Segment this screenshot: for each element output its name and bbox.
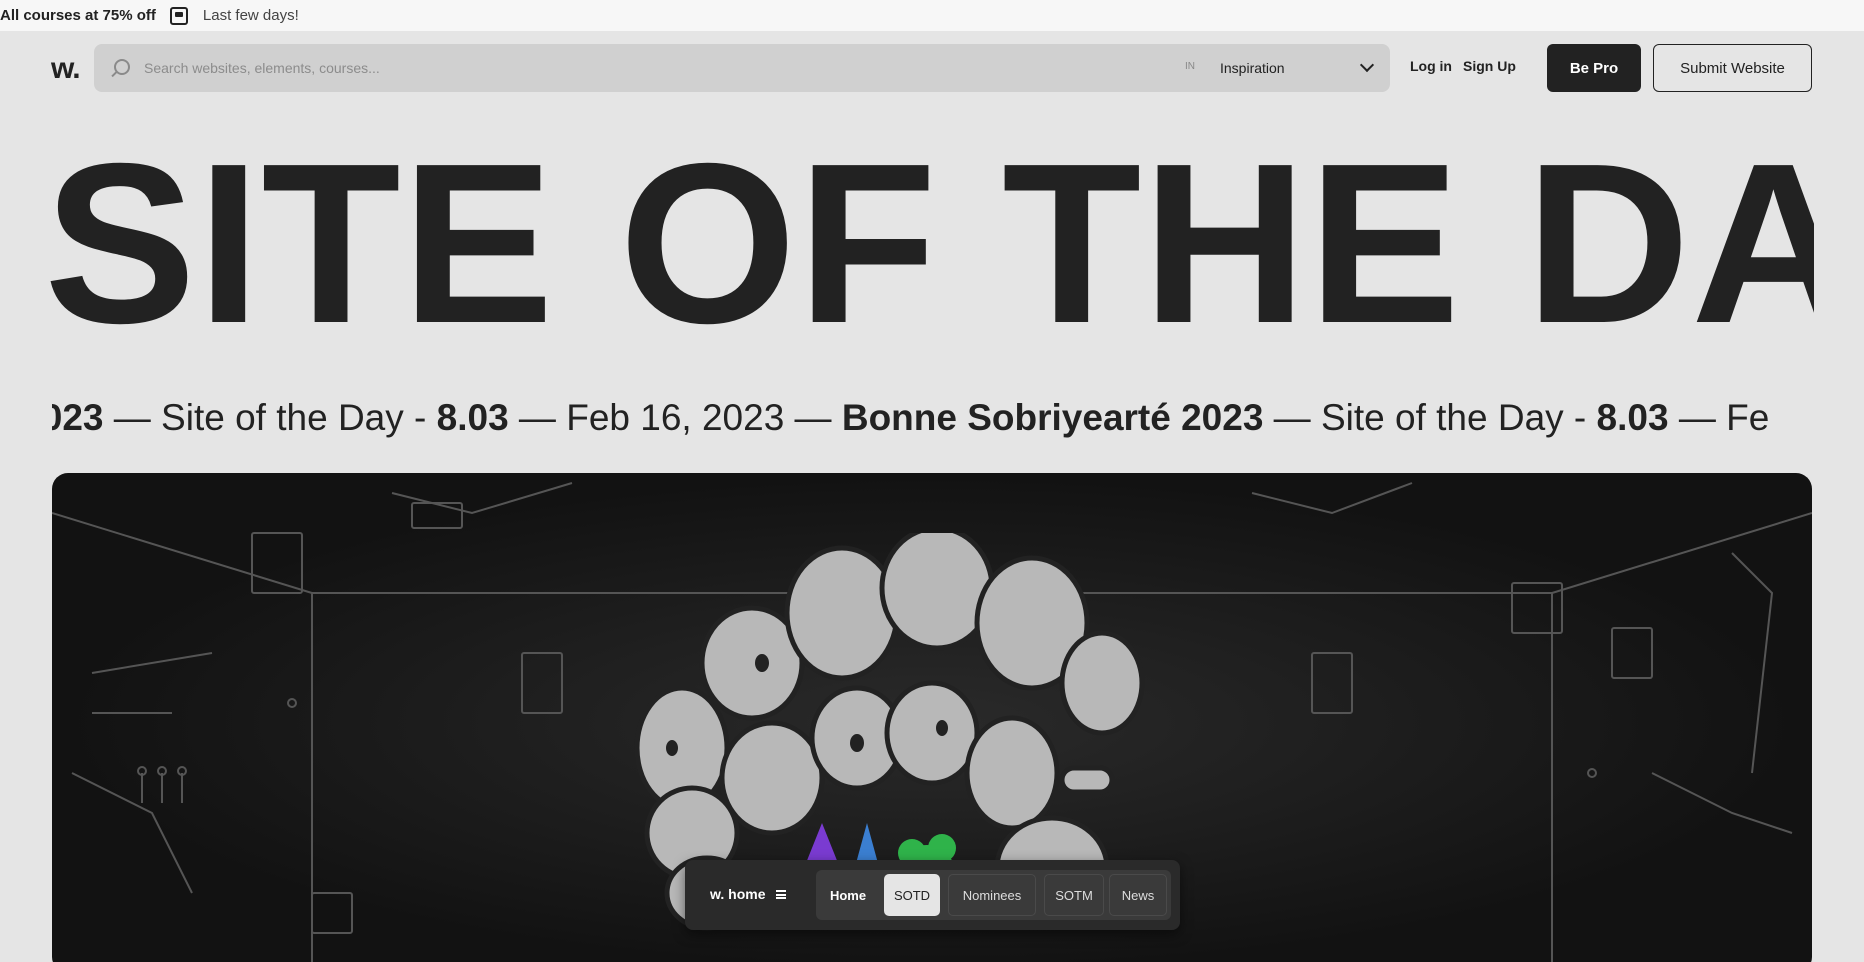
search-bar[interactable]: IN Inspiration — [94, 44, 1390, 92]
signup-link[interactable]: Sign Up — [1463, 58, 1516, 74]
chevron-down-icon — [1359, 57, 1375, 73]
tab-nominees[interactable]: Nominees — [948, 874, 1036, 916]
header: w. IN Inspiration Log in Sign Up Be Pro … — [0, 44, 1864, 92]
award-ticker: té 2023 — Site of the Day - 8.03 — Feb 1… — [52, 396, 1812, 446]
login-link[interactable]: Log in — [1410, 58, 1452, 74]
page-title: SITE OF THE DAY — [44, 130, 1814, 358]
be-pro-button[interactable]: Be Pro — [1547, 44, 1641, 92]
nav-tabs: Home SOTD Nominees SOTM News — [816, 870, 1171, 920]
promo-headline: All courses at 75% off — [0, 7, 156, 24]
search-input[interactable] — [144, 44, 1224, 92]
category-select[interactable]: Inspiration — [1220, 44, 1380, 92]
tab-sotd[interactable]: SOTD — [884, 874, 940, 916]
tab-news[interactable]: News — [1109, 874, 1167, 916]
ticker-site-name: té 2023 — [52, 397, 104, 438]
tab-sotm[interactable]: SOTM — [1044, 874, 1104, 916]
course-icon — [169, 6, 188, 25]
menu-icon[interactable] — [776, 890, 786, 899]
logo[interactable]: w. — [51, 52, 81, 86]
ticker-site-name[interactable]: Bonne Sobriyearté 2023 — [842, 397, 1264, 438]
nav-home-label[interactable]: w. home — [710, 886, 766, 902]
ticker-text: — Site of the Day - — [103, 397, 437, 438]
category-value: Inspiration — [1220, 60, 1285, 76]
ticker-date: — Feb 16, 2023 — — [508, 397, 842, 438]
ticker-score: 8.03 — [436, 397, 509, 438]
ticker-text: — Site of the Day - — [1263, 397, 1597, 438]
ticker-text: — Fe — [1668, 397, 1770, 438]
promo-text: Last few days! — [202, 7, 299, 24]
search-icon — [114, 59, 130, 75]
floating-nav: w. home Home SOTD Nominees SOTM News — [685, 860, 1180, 930]
promo-bar[interactable]: All courses at 75% off Last few days! — [0, 0, 1864, 31]
submit-website-button[interactable]: Submit Website — [1653, 44, 1812, 92]
tab-home[interactable]: Home — [820, 874, 876, 916]
search-scope-label: IN — [1185, 61, 1195, 72]
ticker-score: 8.03 — [1596, 397, 1669, 438]
